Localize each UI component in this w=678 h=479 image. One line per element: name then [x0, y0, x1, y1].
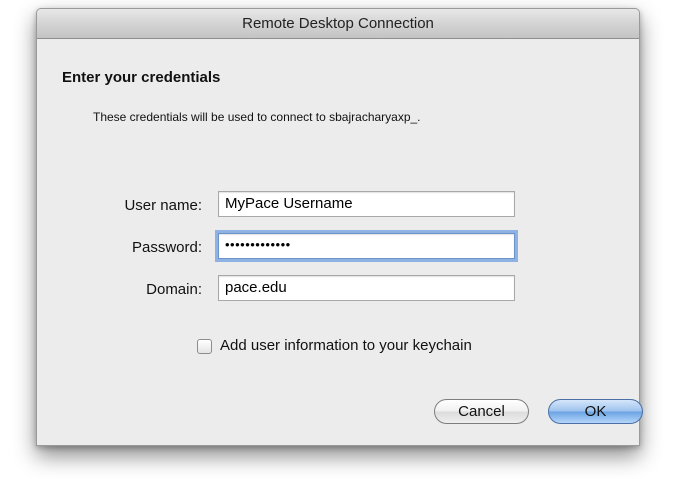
keychain-checkbox[interactable] [197, 339, 212, 354]
domain-field[interactable]: pace.edu [218, 275, 515, 301]
cancel-button[interactable]: Cancel [434, 399, 529, 424]
rdc-credentials-window: Remote Desktop Connection Enter your cre… [36, 8, 643, 446]
domain-label: Domain: [146, 281, 202, 298]
password-mask: ••••••••••••• [225, 237, 291, 252]
password-field[interactable]: ••••••••••••• [218, 233, 515, 259]
window-title: Remote Desktop Connection [37, 9, 639, 39]
password-label: Password: [131, 239, 202, 256]
dialog-description: These credentials will be used to connec… [93, 110, 421, 124]
username-field[interactable]: MyPace Username [218, 191, 515, 217]
username-label: User name: [124, 197, 202, 214]
dialog-heading: Enter your credentials [62, 69, 221, 86]
keychain-checkbox-label[interactable]: Add user information to your keychain [220, 337, 472, 354]
ok-button[interactable]: OK [548, 399, 643, 424]
